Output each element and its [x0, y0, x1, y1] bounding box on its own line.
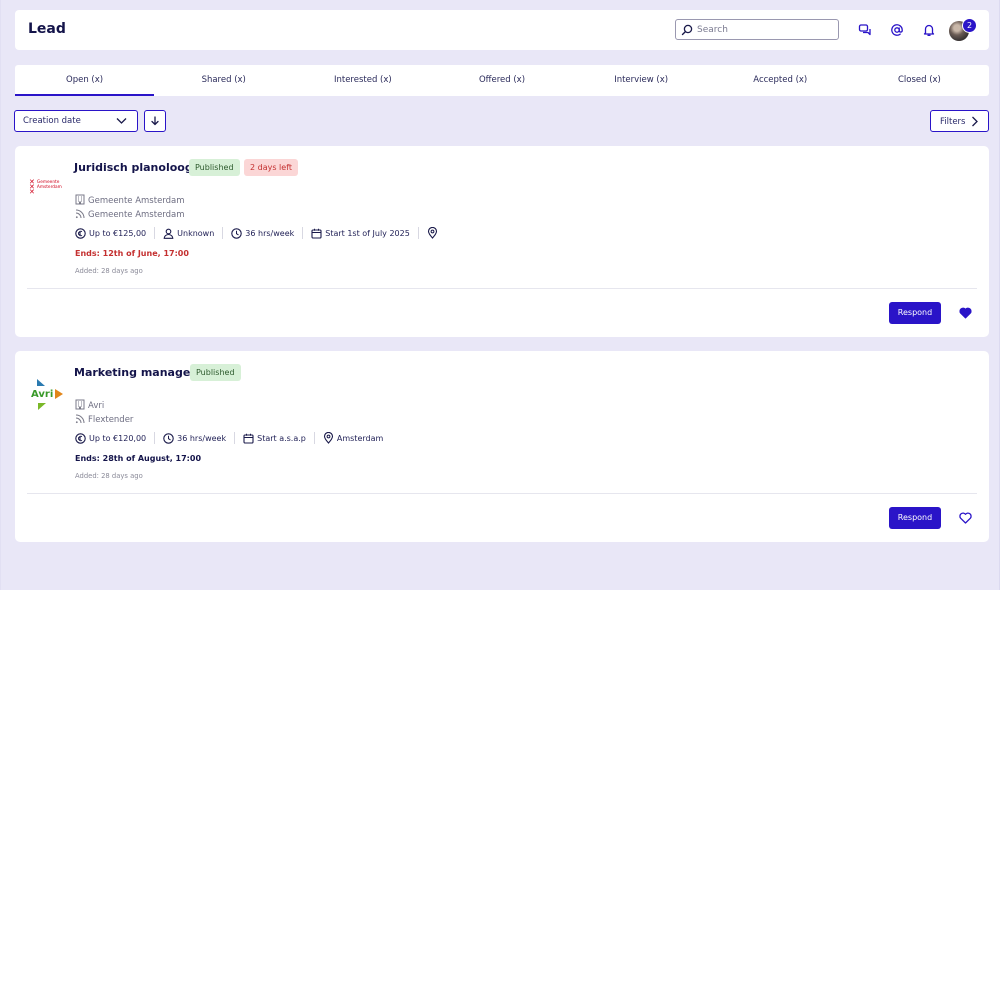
sort-select-label: Creation date [23, 116, 81, 126]
tab-shared[interactable]: Shared (x) [154, 65, 293, 96]
job-details-row: Up to €125,00 Unknown 36 hrs/week Start … [75, 227, 441, 239]
sort-direction-button[interactable] [144, 110, 166, 132]
job-card[interactable]: ✕ ✕ ✕ Gemeente Amsterdam Juridisch planolo… [15, 146, 989, 337]
tab-interested[interactable]: Interested (x) [293, 65, 432, 96]
channel-name: Gemeente Amsterdam [88, 210, 185, 220]
chevron-right-icon [972, 116, 978, 127]
bell-icon[interactable] [922, 23, 936, 37]
channel-line: Gemeente Amsterdam [75, 209, 185, 220]
chevron-down-icon [116, 118, 127, 124]
channel-name: Flextender [88, 415, 134, 425]
notification-badge: 2 [962, 18, 977, 33]
organization-logo: ✕ ✕ ✕ Gemeente Amsterdam [29, 178, 62, 196]
rate-item: Up to €120,00 [75, 432, 146, 444]
arrow-down-icon [151, 116, 159, 126]
job-title[interactable]: Marketing manager [74, 366, 196, 379]
hours-item: 36 hrs/week [163, 432, 226, 444]
brand-title: Lead [28, 21, 66, 37]
sort-select[interactable]: Creation date [14, 110, 138, 132]
filters-label: Filters [940, 117, 966, 127]
location-pin-icon [323, 432, 333, 444]
location-item [427, 227, 441, 239]
job-card[interactable]: Avri Marketing manager Published Avri Fl… [15, 351, 989, 542]
person-icon [163, 228, 174, 239]
deadline-badge: 2 days left [244, 159, 299, 176]
start-item: Start 1st of July 2025 [311, 228, 410, 239]
building-icon [75, 399, 85, 410]
building-icon [75, 194, 85, 205]
clock-icon [231, 227, 243, 239]
euro-icon [75, 432, 86, 444]
location-pin-icon [427, 227, 437, 239]
search-icon [681, 24, 693, 36]
tab-interview[interactable]: Interview (x) [572, 65, 711, 96]
card-divider [27, 493, 977, 494]
tab-closed[interactable]: Closed (x) [850, 65, 989, 96]
filters-button[interactable]: Filters [930, 110, 989, 132]
location-item: Amsterdam [323, 432, 383, 444]
added-text: Added: 28 days ago [75, 472, 143, 480]
search-input[interactable] [697, 21, 832, 38]
organization-logo: Avri [29, 377, 65, 417]
logo-text-line-2: Amsterdam [36, 185, 62, 190]
status-badge: Published [190, 364, 241, 381]
rss-icon [75, 209, 85, 219]
organization-line: Gemeente Amsterdam [75, 194, 185, 206]
respond-button[interactable]: Respond [889, 507, 941, 529]
hours-item: 36 hrs/week [231, 227, 294, 239]
euro-icon [75, 227, 86, 239]
search-box[interactable] [675, 19, 839, 40]
app-background: Lead 2 Open (x) Shared (x) Interested (x… [0, 0, 1000, 590]
respond-button[interactable]: Respond [889, 302, 941, 324]
status-tabs: Open (x) Shared (x) Interested (x) Offer… [15, 65, 989, 96]
deadline-text: Ends: 12th of June, 17:00 [75, 249, 189, 258]
start-item: Start a.s.a.p [243, 433, 306, 444]
at-icon[interactable] [890, 23, 904, 37]
rss-icon [75, 414, 85, 424]
organization-name: Avri [88, 401, 105, 411]
deadline-text: Ends: 28th of August, 17:00 [75, 454, 202, 463]
status-badge: Published [189, 159, 240, 176]
clock-icon [163, 432, 174, 444]
tab-accepted[interactable]: Accepted (x) [711, 65, 850, 96]
job-details-row: Up to €120,00 36 hrs/week Start a.s.a.p [75, 432, 383, 444]
contact-item: Unknown [163, 228, 214, 239]
job-title[interactable]: Juridisch planoloog [74, 161, 193, 174]
avri-logo: Avri [31, 379, 63, 410]
channel-line: Flextender [75, 414, 133, 425]
calendar-icon [243, 433, 254, 444]
tab-open[interactable]: Open (x) [15, 65, 155, 96]
organization-name: Gemeente Amsterdam [88, 196, 185, 206]
heart-outline-icon[interactable] [959, 512, 972, 524]
heart-filled-icon[interactable] [959, 307, 972, 319]
card-divider [27, 288, 977, 289]
chat-icon[interactable] [858, 23, 872, 37]
rate-item: Up to €125,00 [75, 227, 146, 239]
top-header: Lead 2 [15, 10, 989, 50]
added-text: Added: 28 days ago [75, 267, 143, 275]
tab-offered[interactable]: Offered (x) [432, 65, 571, 96]
organization-line: Avri [75, 399, 104, 411]
calendar-icon [311, 228, 322, 239]
logo-text: Avri [31, 389, 53, 400]
